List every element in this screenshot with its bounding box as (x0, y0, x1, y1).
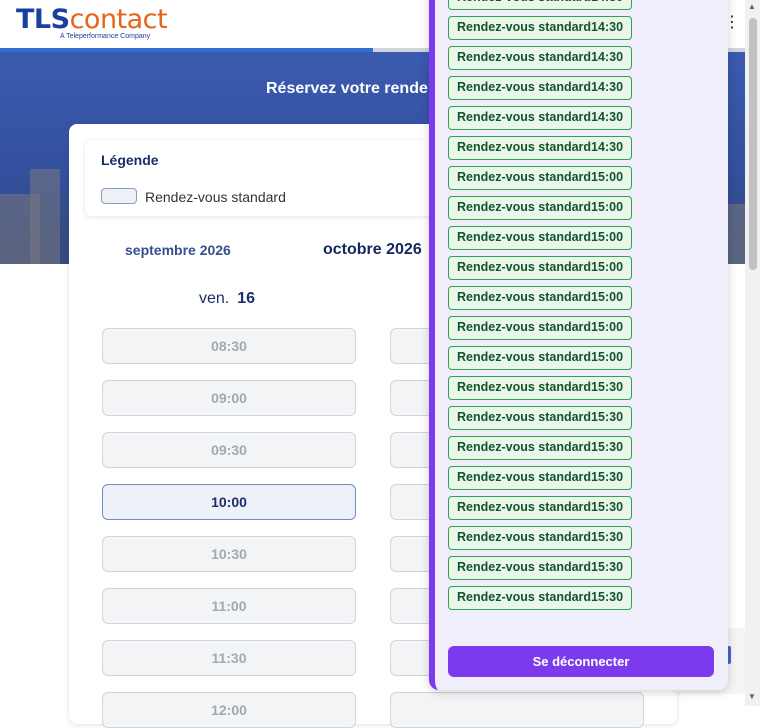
legend-label: Rendez-vous standard (145, 189, 286, 205)
day-number: 16 (237, 290, 256, 307)
legend-title: Légende (101, 152, 159, 168)
time-slot-button[interactable]: 11:30 (102, 640, 356, 676)
available-slot-tag[interactable]: Rendez-vous standard14:30 (448, 16, 633, 40)
time-slot-button-column2[interactable] (390, 692, 644, 728)
day-header: ven. 16 (199, 290, 255, 308)
available-slot-tag[interactable]: Rendez-vous standard15:00 (448, 286, 633, 310)
legend-swatch (101, 188, 137, 204)
available-slot-tag[interactable]: Rendez-vous standard15:30 (448, 586, 633, 610)
month-tab-previous[interactable]: septembre 2026 (125, 242, 231, 258)
time-slot-button[interactable]: 10:30 (102, 536, 356, 572)
available-slot-tag[interactable]: Rendez-vous standard14:30 (448, 106, 633, 130)
time-slot-button[interactable]: 09:30 (102, 432, 356, 468)
scrollbar-thumb[interactable] (749, 18, 757, 270)
logo-wordmark: TLScontact (16, 4, 168, 35)
available-slot-tag[interactable]: Rendez-vous standard15:00 (448, 166, 633, 190)
available-slot-tag[interactable]: Rendez-vous standard14:30 (448, 0, 633, 10)
available-slot-tag[interactable]: Rendez-vous standard15:00 (448, 196, 633, 220)
logout-button[interactable]: Se déconnecter (448, 646, 714, 677)
time-slot-button[interactable]: 12:00 (102, 692, 356, 728)
logo-contact: contact (69, 4, 168, 35)
available-slot-tag[interactable]: Rendez-vous standard14:30 (448, 76, 633, 100)
available-slot-tag[interactable]: Rendez-vous standard15:00 (448, 226, 633, 250)
hero-title: Réservez votre rende (266, 80, 428, 97)
available-slot-tag[interactable]: Rendez-vous standard15:30 (448, 376, 633, 400)
available-slot-tag[interactable]: Rendez-vous standard15:30 (448, 436, 633, 460)
available-slot-tag[interactable]: Rendez-vous standard15:00 (448, 346, 633, 370)
time-slot-button-selected[interactable]: 10:00 (102, 484, 356, 520)
time-slot-button[interactable]: 11:00 (102, 588, 356, 624)
available-slot-tag[interactable]: Rendez-vous standard15:00 (448, 256, 633, 280)
day-name: ven. (199, 290, 230, 307)
available-slot-tag[interactable]: Rendez-vous standard14:30 (448, 46, 633, 70)
legend-box: Légende Rendez-vous standard (85, 140, 445, 216)
available-slots-panel: Rendez-vous standard14:30 Rendez-vous sta… (429, 0, 728, 690)
logo-tls: TLS (16, 4, 70, 35)
available-slot-tag[interactable]: Rendez-vous standard15:30 (448, 526, 633, 550)
available-slot-tag[interactable]: Rendez-vous standard14:30 (448, 136, 633, 160)
available-slot-tag[interactable]: Rendez-vous standard15:30 (448, 556, 633, 580)
scroll-down-arrow-icon[interactable]: ▼ (748, 692, 756, 701)
available-slot-tag[interactable]: Rendez-vous standard15:30 (448, 406, 633, 430)
time-slot-button[interactable]: 08:30 (102, 328, 356, 364)
page-scrollbar[interactable]: ▲ ▼ (745, 0, 760, 706)
time-slot-button[interactable]: 09:00 (102, 380, 356, 416)
scroll-up-arrow-icon[interactable]: ▲ (748, 2, 756, 11)
tlscontact-logo[interactable]: TLScontact A Teleperformance Company (16, 4, 168, 41)
available-slot-tag[interactable]: Rendez-vous standard15:30 (448, 466, 633, 490)
available-slot-tag[interactable]: Rendez-vous standard15:00 (448, 316, 633, 340)
month-tab-current[interactable]: octobre 2026 (323, 241, 422, 259)
available-slot-tag[interactable]: Rendez-vous standard15:30 (448, 496, 633, 520)
skyline-building (30, 169, 60, 264)
